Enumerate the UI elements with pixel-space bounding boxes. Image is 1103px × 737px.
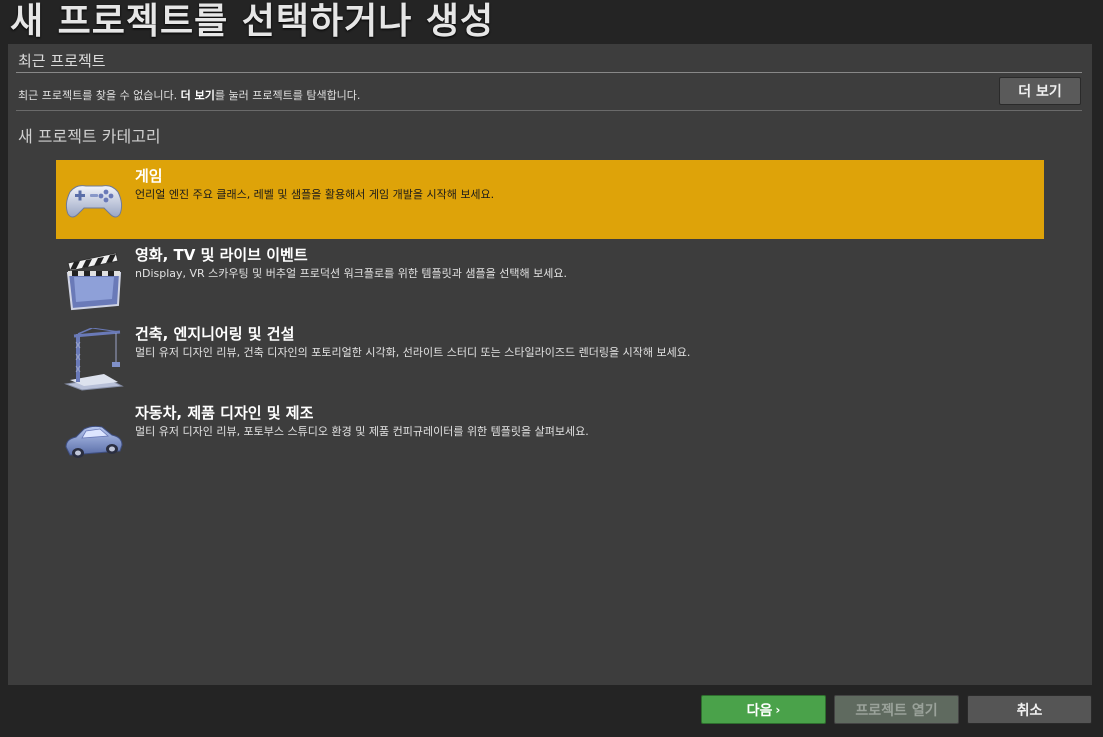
divider: [16, 72, 1082, 73]
chevron-right-icon: ›: [775, 702, 781, 717]
category-description: 언리얼 엔진 주요 클래스, 레벨 및 샘플을 활용해서 게임 개발을 시작해 …: [135, 188, 495, 201]
category-description: nDisplay, VR 스카우팅 및 버추얼 프로덕션 워크플로를 위한 템플…: [135, 267, 567, 280]
car-icon: [65, 425, 123, 458]
divider: [16, 110, 1082, 111]
category-title: 영화, TV 및 라이브 이벤트: [135, 246, 308, 264]
crane-icon: [64, 328, 124, 391]
category-item-architecture[interactable]: 건축, 엔지니어링 및 건설 멀티 유저 디자인 리뷰, 건축 디자인의 포토리…: [56, 318, 1044, 397]
category-description: 멀티 유저 디자인 리뷰, 건축 디자인의 포토리얼한 시각화, 선라이트 스터…: [135, 346, 691, 359]
window-title: 새 프로젝트를 선택하거나 생성: [10, 1, 495, 42]
categories-heading: 새 프로젝트 카테고리: [18, 127, 161, 146]
next-label: 다음: [746, 702, 773, 719]
category-item-game[interactable]: 게임 언리얼 엔진 주요 클래스, 레벨 및 샘플을 활용해서 게임 개발을 시…: [56, 160, 1044, 239]
cancel-button[interactable]: 취소: [967, 695, 1092, 724]
next-button[interactable]: 다음 ›: [701, 695, 826, 724]
more-button[interactable]: 더 보기: [999, 77, 1081, 105]
clapperboard-icon: [66, 252, 122, 311]
category-title: 건축, 엔지니어링 및 건설: [135, 325, 295, 343]
category-title: 게임: [135, 167, 163, 185]
message-bold-text: 더 보기: [180, 89, 215, 102]
gamepad-icon: [65, 185, 123, 218]
category-item-film[interactable]: 영화, TV 및 라이브 이벤트 nDisplay, VR 스카우팅 및 버추얼…: [56, 239, 1044, 318]
category-description: 멀티 유저 디자인 리뷰, 포토부스 스튜디오 환경 및 제품 컨피규레이터를 …: [135, 425, 589, 438]
recent-projects-heading: 최근 프로젝트: [18, 52, 106, 70]
open-project-button[interactable]: 프로젝트 열기: [834, 695, 959, 724]
category-list: 게임 언리얼 엔진 주요 클래스, 레벨 및 샘플을 활용해서 게임 개발을 시…: [56, 160, 1044, 476]
category-item-automotive[interactable]: 자동차, 제품 디자인 및 제조 멀티 유저 디자인 리뷰, 포토부스 스튜디오…: [56, 397, 1044, 476]
recent-projects-message: 최근 프로젝트를 찾을 수 없습니다. 더 보기를 눌러 프로젝트를 탐색합니다…: [18, 87, 360, 103]
message-text: 를 눌러 프로젝트를 탐색합니다.: [214, 89, 361, 102]
category-title: 자동차, 제품 디자인 및 제조: [135, 404, 314, 422]
main-panel: 최근 프로젝트 최근 프로젝트를 찾을 수 없습니다. 더 보기를 눌러 프로젝…: [8, 44, 1092, 685]
message-text: 최근 프로젝트를 찾을 수 없습니다.: [18, 89, 181, 102]
